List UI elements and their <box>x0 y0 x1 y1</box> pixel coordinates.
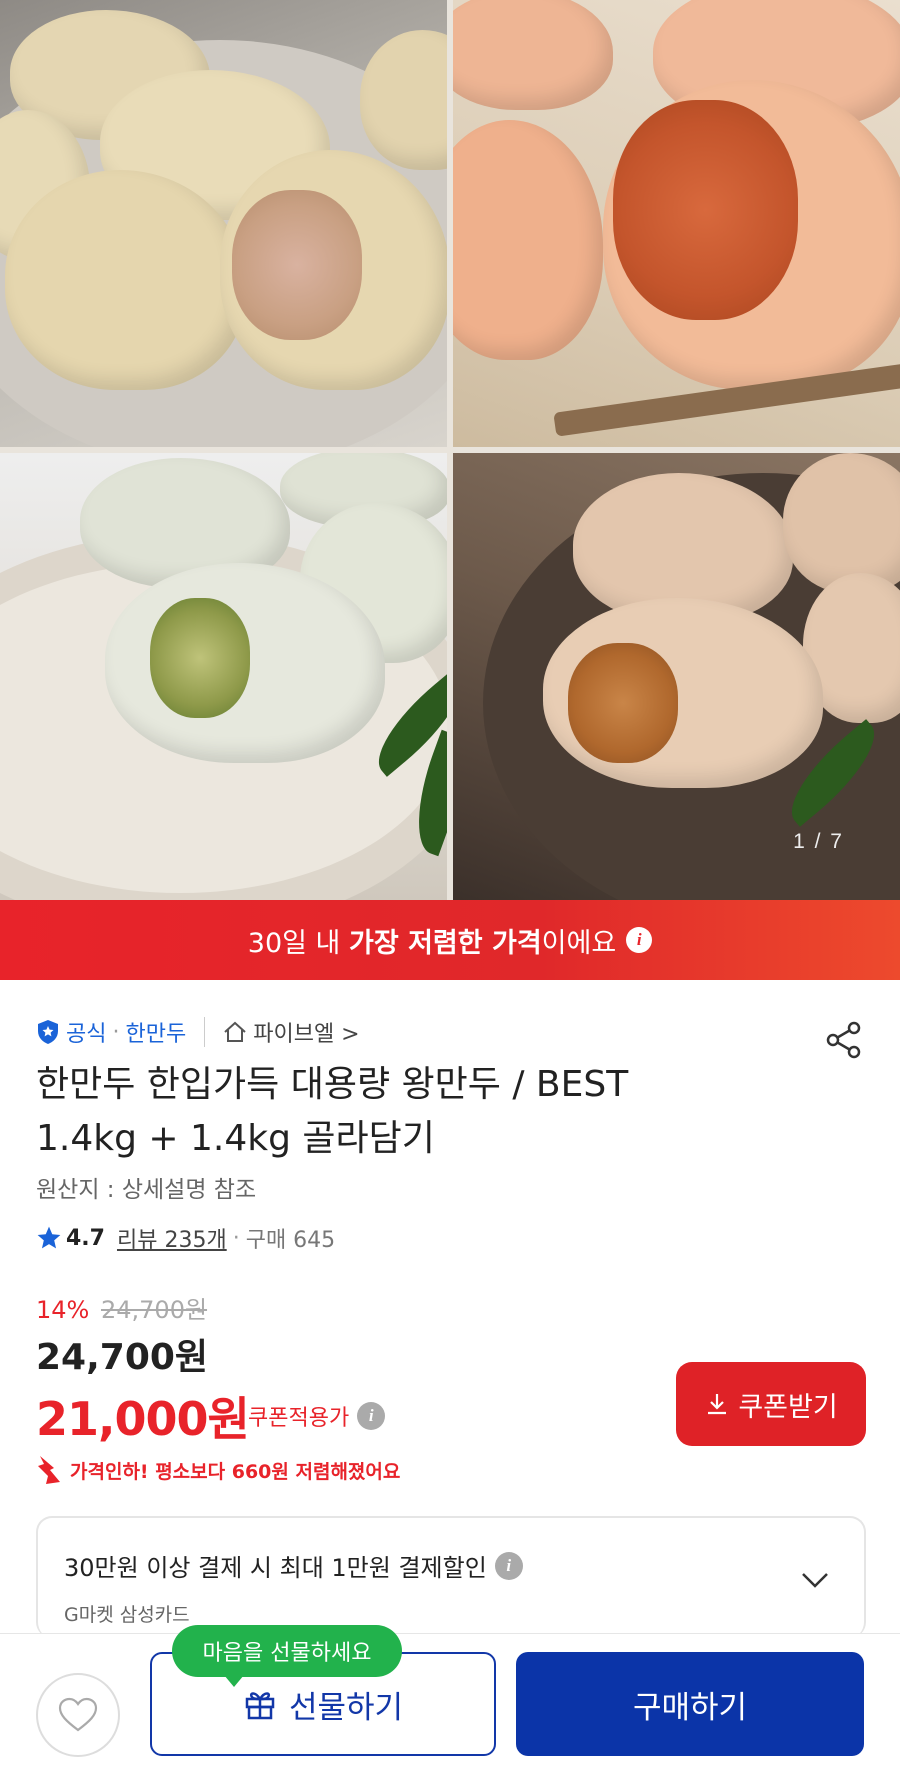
discount-row: 14% 24,700원 <box>36 1290 207 1325</box>
gift-tooltip: 마음을 선물하세요 <box>172 1625 402 1687</box>
sale-price: 24,700원 <box>36 1337 209 1378</box>
brand-link[interactable]: 한만두 <box>125 1016 186 1048</box>
buy-button[interactable]: 구매하기 <box>516 1652 864 1756</box>
store-link[interactable]: 파이브엘 > <box>253 1016 359 1048</box>
gift-icon <box>245 1692 275 1720</box>
download-icon <box>708 1394 727 1415</box>
card-offer-main: 30만원 이상 결제 시 최대 1만원 결제할인 i <box>64 1548 523 1583</box>
separator-dot: · <box>112 1019 120 1045</box>
banner-suffix: 이에요 <box>541 927 617 959</box>
coupon-price: 21,000원 <box>36 1392 250 1446</box>
wishlist-button[interactable] <box>36 1673 120 1757</box>
seller-row: 공식 · 한만두 파이브엘 > <box>36 1012 360 1052</box>
get-coupon-label: 쿠폰받기 <box>738 1391 838 1423</box>
product-image-gallery[interactable]: 1 / 7 <box>0 0 900 900</box>
info-icon[interactable]: i <box>357 1402 386 1430</box>
heart-icon <box>58 1697 98 1732</box>
divider <box>204 1017 206 1047</box>
card-offer-sub: G마켓 삼성카드 <box>64 1604 190 1626</box>
coupon-label-text: 쿠폰적용가 <box>248 1406 350 1431</box>
get-coupon-button[interactable]: 쿠폰받기 <box>676 1362 866 1446</box>
chevron-down-icon[interactable] <box>800 1570 830 1590</box>
separator-dot: · <box>232 1225 240 1251</box>
home-icon <box>224 1021 246 1042</box>
product-title: 한만두 한입가득 대용량 왕만두 / BEST 1.4kg + 1.4kg 골라… <box>36 1058 736 1166</box>
review-count-link[interactable]: 리뷰 235개 <box>117 1222 227 1254</box>
star-icon <box>37 1226 61 1249</box>
shield-check-icon <box>38 1020 58 1044</box>
rating-value: 4.7 <box>66 1225 105 1251</box>
card-discount-panel[interactable]: 30만원 이상 결제 시 최대 1만원 결제할인 i G마켓 삼성카드 <box>36 1516 866 1638</box>
rating-row: 4.7 리뷰 235개 · 구매 645 <box>36 1222 335 1254</box>
lowest-price-banner[interactable]: 30일 내 가장 저렴한 가격 이에요 i <box>0 900 900 980</box>
official-badge: 공식 <box>66 1022 107 1047</box>
origin-info: 원산지 : 상세설명 참조 <box>36 1177 257 1203</box>
discount-rate: 14% <box>36 1296 90 1324</box>
info-icon[interactable]: i <box>626 927 653 953</box>
card-offer-text: 30만원 이상 결제 시 최대 1만원 결제할인 <box>64 1554 487 1582</box>
product-title-line1: 한만두 한입가득 대용량 왕만두 / BEST <box>36 1064 629 1105</box>
arrow-down-icon <box>38 1456 60 1484</box>
gallery-image-kimchi-dumplings <box>453 0 900 447</box>
banner-prefix: 30일 내 <box>247 927 349 959</box>
bottom-action-bar: 선물하기 구매하기 <box>0 1633 900 1776</box>
gift-button-label: 선물하기 <box>288 1689 404 1726</box>
price-drop-notice: 가격인하! 평소보다 660원 저렴해졌어요 <box>36 1452 400 1488</box>
original-price: 24,700원 <box>100 1296 208 1324</box>
share-icon[interactable] <box>824 1020 864 1060</box>
gallery-counter: 1 / 7 <box>793 830 844 853</box>
buy-button-label: 구매하기 <box>632 1689 748 1726</box>
info-icon[interactable]: i <box>494 1551 523 1580</box>
gallery-image-vegetable-dumplings <box>0 453 447 900</box>
price-drop-text: 가격인하! 평소보다 660원 저렴해졌어요 <box>70 1460 401 1483</box>
banner-highlight: 가장 저렴한 가격 <box>348 927 542 959</box>
purchase-count: 구매 645 <box>245 1228 336 1253</box>
product-title-line2: 1.4kg + 1.4kg 골라담기 <box>36 1118 435 1159</box>
gallery-image-meat-dumplings <box>0 0 447 447</box>
coupon-price-label: 쿠폰적용가 i <box>248 1400 386 1432</box>
